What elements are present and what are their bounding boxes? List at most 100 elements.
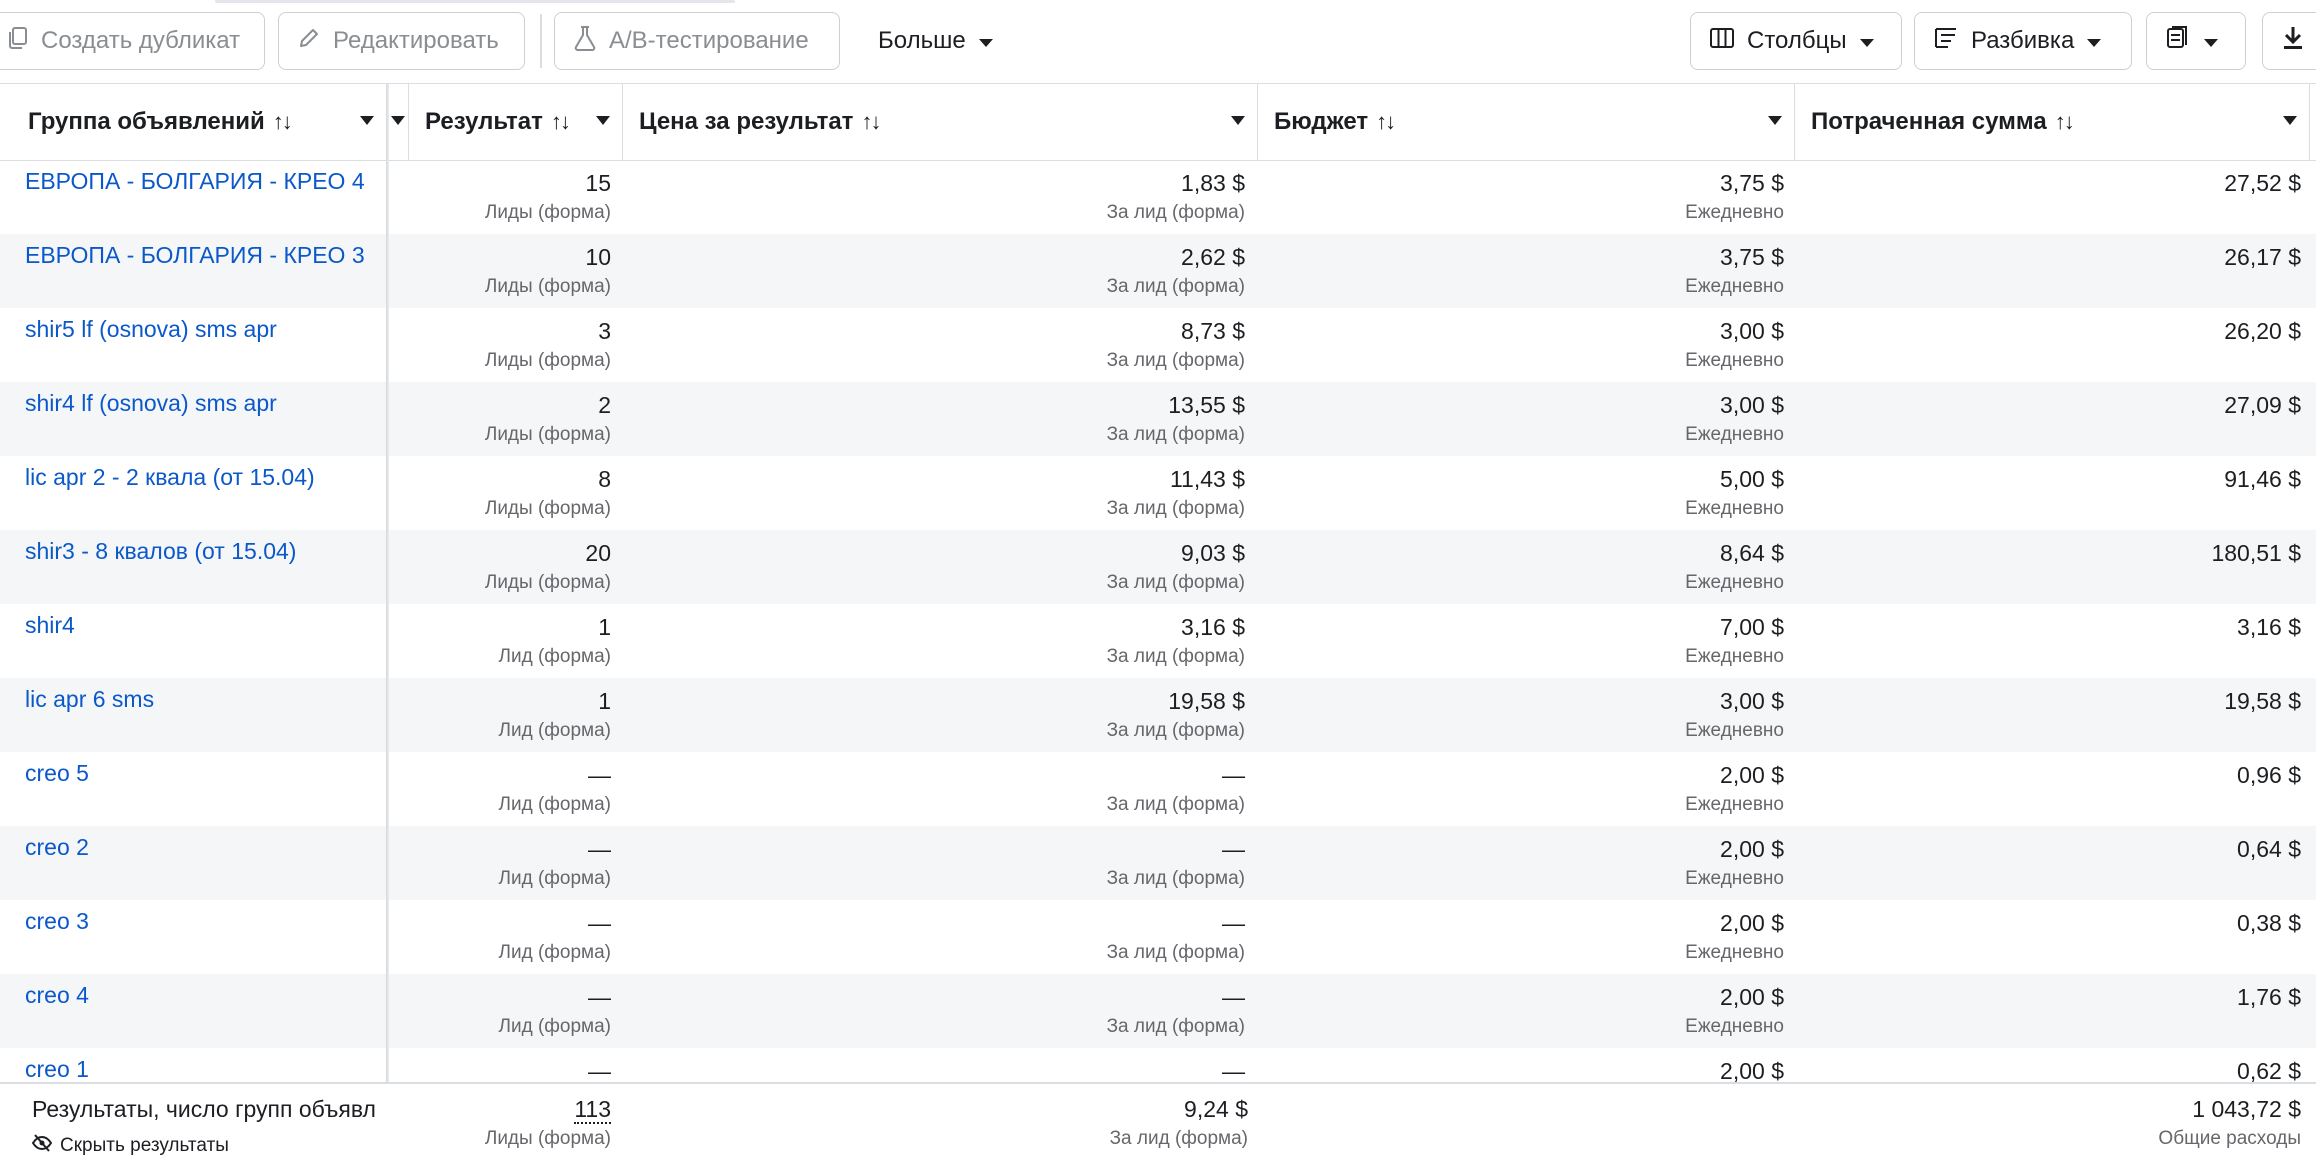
spent-value: 1,76 $ [2237,984,2301,1010]
columns-icon [1709,26,1735,57]
cost-value: 11,43 $ [1169,466,1245,492]
column-divider [2309,84,2310,160]
budget-cell: 2,00 $ Ежедневно [1685,760,1784,820]
adset-name-link[interactable]: creo 4 [25,982,89,1009]
duplicate-button[interactable]: Создать дубликат [0,12,265,70]
eye-off-icon [31,1134,53,1158]
caret-down-icon[interactable] [360,116,374,125]
budget-value[interactable]: 2,00 $ [1685,760,1784,790]
table-row[interactable]: creo 3 — Лид (форма) — За лид (форма) 2,00 $ Е… [0,900,2316,974]
hide-results-button[interactable]: Скрыть результаты [31,1134,229,1158]
adset-name-link[interactable]: shir3 - 8 квалов (от 15.04) [25,538,296,565]
result-cell: — Лид (форма) [499,908,612,968]
sort-icon[interactable]: ↑↓ [861,109,881,135]
more-button[interactable]: Больше [860,12,1020,70]
spent-value: 26,20 $ [2224,318,2301,344]
budget-value[interactable]: 7,00 $ [1685,612,1784,642]
table-row[interactable]: lic apr 6 sms 1 Лид (форма) 19,58 $ За лид (… [0,678,2316,752]
cost-cell: 19,58 $ За лид (форма) [1107,686,1245,746]
adset-name-link[interactable]: shir4 lf (osnova) sms apr [25,390,277,417]
table-row[interactable]: shir4 lf (osnova) sms apr 2 Лиды (форма) 13… [0,382,2316,456]
spent-value: 27,09 $ [2224,392,2301,418]
spent-value: 0,62 $ [2237,1058,2301,1082]
budget-cell: 3,00 $ Ежедневно [1685,686,1784,746]
adset-name-link[interactable]: lic apr 2 - 2 квала (от 15.04) [25,464,315,491]
cost-value: — [1222,836,1245,862]
sort-icon[interactable]: ↑↓ [2055,109,2075,135]
table-row[interactable]: creo 2 — Лид (форма) — За лид (форма) 2,00 $ Е… [0,826,2316,900]
spent-value: 0,64 $ [2237,836,2301,862]
flask-icon [573,25,597,58]
header-cost-per-result[interactable]: Цена за результат ↑↓ [623,84,1257,160]
spent-cell: 180,51 $ [2211,538,2301,568]
budget-value[interactable]: 3,00 $ [1685,390,1784,420]
table-header: Группа объявлений ↑↓ Результат ↑↓ Цена з… [0,84,2316,161]
table-row[interactable]: creo 4 — Лид (форма) — За лид (форма) 2,00 $ Е… [0,974,2316,1048]
spent-value: 3,16 $ [2237,614,2301,640]
budget-value[interactable]: 2,00 $ [1685,908,1784,938]
summary-result-value[interactable]: 113 [574,1096,611,1124]
caret-down-icon[interactable] [391,116,405,125]
header-hidden-column[interactable] [389,84,409,160]
adset-name-link[interactable]: shir5 lf (osnova) sms apr [25,316,277,343]
adset-name-link[interactable]: creo 3 [25,908,89,935]
table-row[interactable]: shir4 1 Лид (форма) 3,16 $ За лид (форма) 7,0… [0,604,2316,678]
pencil-icon [297,26,321,57]
caret-down-icon[interactable] [1231,116,1245,125]
budget-value[interactable]: 8,64 $ [1685,538,1784,568]
sort-icon[interactable]: ↑↓ [551,109,571,135]
table-body: ЕВРОПА - БОЛГАРИЯ - КРЕО 4 15 Лиды (форма)… [0,160,2316,1082]
budget-value[interactable]: 2,00 $ [1685,982,1784,1012]
reports-button[interactable] [2146,12,2246,70]
sort-icon[interactable]: ↑↓ [273,109,293,135]
table-row[interactable]: creo 5 — Лид (форма) — За лид (форма) 2,00 $ Е… [0,752,2316,826]
budget-value[interactable]: 3,00 $ [1685,686,1784,716]
header-budget[interactable]: Бюджет ↑↓ [1258,84,1794,160]
spent-value: 180,51 $ [2211,540,2301,566]
edit-button[interactable]: Редактировать [278,12,525,70]
breakdown-button[interactable]: Разбивка [1914,12,2132,70]
caret-down-icon[interactable] [596,116,610,125]
export-button[interactable] [2262,12,2316,70]
budget-value[interactable]: 3,00 $ [1685,316,1784,346]
adset-name-link[interactable]: lic apr 6 sms [25,686,154,713]
toolbar: Создать дубликат Редактировать A/B-тести… [0,0,2316,84]
adset-name-link[interactable]: creo 1 [25,1056,89,1082]
caret-down-icon[interactable] [2283,116,2297,125]
caret-down-icon[interactable] [1768,116,1782,125]
table-row[interactable]: ЕВРОПА - БОЛГАРИЯ - КРЕО 3 10 Лиды (форма)… [0,234,2316,308]
result-cell: — Лид (форма) [499,834,612,894]
budget-value[interactable]: 2,00 $ [1685,834,1784,864]
adset-name-link[interactable]: creo 2 [25,834,89,861]
adset-name-link[interactable]: ЕВРОПА - БОЛГАРИЯ - КРЕО 4 [25,168,365,195]
header-spent[interactable]: Потраченная сумма ↑↓ [1795,84,2309,160]
budget-period: Ежедневно [1685,794,1784,815]
table-row[interactable]: shir3 - 8 квалов (от 15.04) 20 Лиды (форма… [0,530,2316,604]
cost-unit: За лид (форма) [1106,350,1245,371]
budget-value[interactable]: 5,00 $ [1685,464,1784,494]
budget-period: Ежедневно [1685,350,1784,371]
result-value: — [588,984,611,1010]
adset-name-link[interactable]: creo 5 [25,760,89,787]
result-value: — [588,762,611,788]
spent-value: 27,52 $ [2224,170,2301,196]
ab-test-button[interactable]: A/B-тестирование [554,12,840,70]
header-result[interactable]: Результат ↑↓ [409,84,622,160]
caret-down-icon [978,27,994,55]
sort-icon[interactable]: ↑↓ [1376,109,1396,135]
budget-value[interactable]: 2,00 $ [1720,1056,1784,1082]
budget-cell: 2,00 $ [1720,1056,1784,1082]
budget-value[interactable]: 3,75 $ [1685,242,1784,272]
table-row[interactable]: shir5 lf (osnova) sms apr 3 Лиды (форма) 8,… [0,308,2316,382]
budget-value[interactable]: 3,75 $ [1685,168,1784,198]
header-spent-label: Потраченная сумма [1811,108,2047,135]
header-adset[interactable]: Группа объявлений ↑↓ [12,84,386,160]
columns-button[interactable]: Столбцы [1690,12,1902,70]
adset-name-link[interactable]: ЕВРОПА - БОЛГАРИЯ - КРЕО 3 [25,242,365,269]
cost-cell: — За лид (форма) [1107,760,1245,820]
table-row[interactable]: ЕВРОПА - БОЛГАРИЯ - КРЕО 4 15 Лиды (форма)… [0,160,2316,234]
table-row[interactable]: creo 1 — — 2,00 $ 0,62 $ [0,1048,2316,1082]
table-row[interactable]: lic apr 2 - 2 квала (от 15.04) 8 Лиды (фор… [0,456,2316,530]
cost-unit: За лид (форма) [1106,202,1245,223]
adset-name-link[interactable]: shir4 [25,612,75,639]
